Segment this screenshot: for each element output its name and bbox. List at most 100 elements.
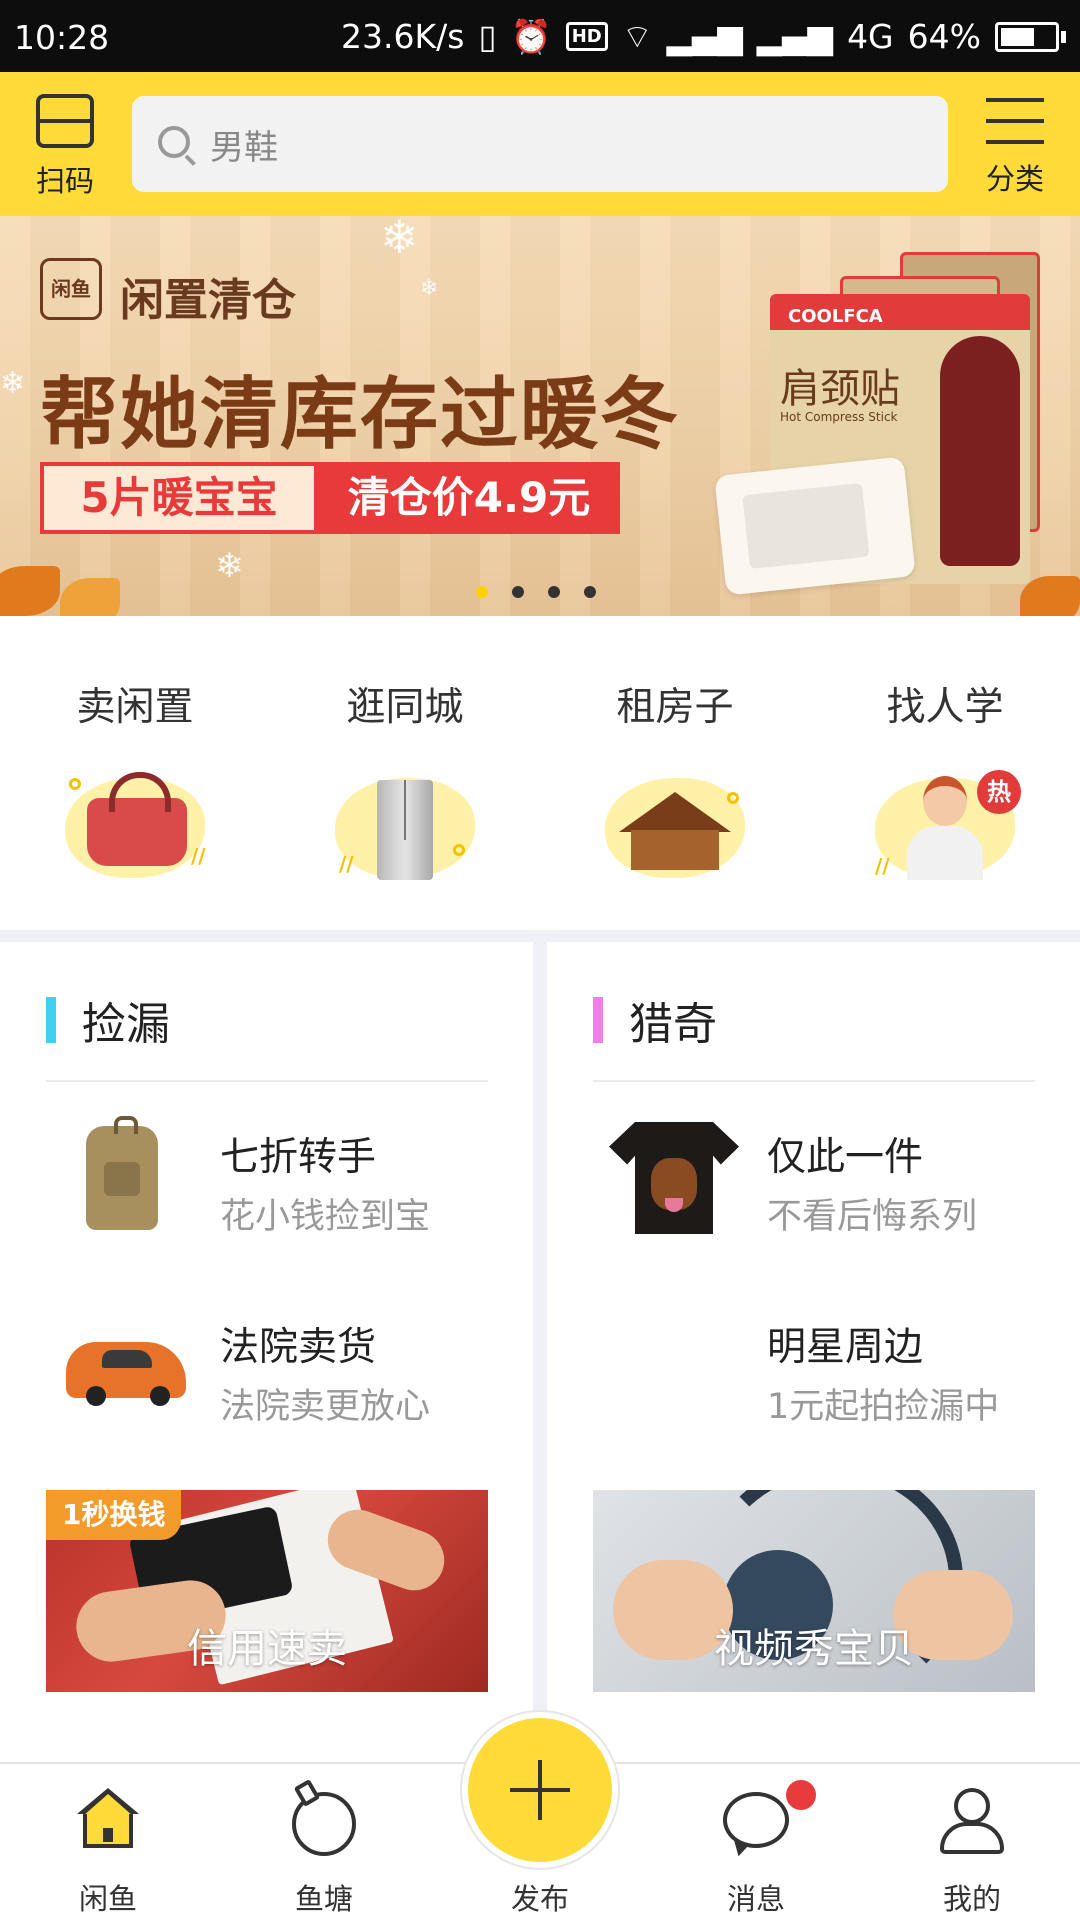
banner-logo: 闲鱼 xyxy=(40,258,102,320)
fridge-icon: // xyxy=(335,772,475,882)
section-header[interactable]: 猎奇 xyxy=(593,988,717,1052)
section-separator xyxy=(46,1080,488,1082)
banner-tag-price: 清仓价4.9元 xyxy=(318,462,620,534)
tab-home[interactable]: 闲鱼 xyxy=(0,1764,216,1920)
section-accent-bar xyxy=(46,997,56,1043)
handbag-icon: // xyxy=(65,772,206,882)
column-divider xyxy=(533,942,547,1762)
category-label: 分类 xyxy=(985,162,1044,196)
unread-dot xyxy=(786,1780,816,1810)
promo-banner[interactable]: ❄ ❄ ❄ ❄ 闲鱼 闲置清仓 帮她清库存过暖冬 5片暖宝宝 清仓价4.9元 C… xyxy=(0,216,1080,616)
signal-icon-2: ▂▄▆ xyxy=(756,17,834,56)
scan-label: 扫码 xyxy=(35,164,94,198)
tshirt-icon xyxy=(609,1118,739,1238)
pond-icon xyxy=(292,1788,356,1856)
network-type: 4G xyxy=(847,17,894,56)
banner-headline: 帮她清库存过暖冬 xyxy=(40,370,681,460)
product-brand: COOLFCA xyxy=(788,306,883,327)
hd-icon: HD xyxy=(565,22,608,51)
category-learn[interactable]: 找人学 热 // xyxy=(835,676,1055,882)
heat-patch-image xyxy=(714,456,916,596)
leaf-icon xyxy=(1020,576,1080,616)
leaf-icon xyxy=(60,578,120,616)
promo-caption: 信用速卖 xyxy=(187,1626,347,1672)
menu-icon xyxy=(986,96,1044,146)
item-title: 仅此一件 xyxy=(767,1135,924,1180)
person-icon: 热 // xyxy=(875,770,1021,882)
house-icon xyxy=(605,772,745,882)
category-label: 找人学 xyxy=(886,685,1004,730)
tab-label: 鱼塘 xyxy=(294,1882,353,1916)
banner-brand: 闲置清仓 xyxy=(120,275,296,326)
item-subtitle: 1元起拍捡漏中 xyxy=(767,1387,1000,1427)
car-icon xyxy=(62,1308,188,1428)
signal-icon: ▂▄▆ xyxy=(666,17,743,56)
wifi-icon: ⌔ xyxy=(621,17,653,56)
network-speed: 23.6K/s xyxy=(341,17,465,56)
section-header[interactable]: 捡漏 xyxy=(46,988,170,1052)
status-bar: 10:28 23.6K/s ▯ ⏰ HD ⌔ ▂▄▆ ▂▄▆ 4G 64% xyxy=(0,0,1080,72)
category-rent[interactable]: 租房子 xyxy=(565,676,785,882)
search-bar[interactable]: 男鞋 xyxy=(132,96,948,192)
promo-card-video-show[interactable]: 视频秀宝贝 xyxy=(593,1490,1035,1692)
tab-label: 我的 xyxy=(942,1882,1001,1916)
category-local[interactable]: 逛同城 // xyxy=(295,676,515,882)
status-icons: 23.6K/s ▯ ⏰ HD ⌔ ▂▄▆ ▂▄▆ 4G 64% xyxy=(341,16,1066,57)
category-label: 卖闲置 xyxy=(76,685,194,730)
category-button[interactable]: 分类 xyxy=(980,96,1050,198)
message-icon xyxy=(723,1788,789,1848)
profile-icon xyxy=(940,1788,1004,1854)
banner-tag-product: 5片暖宝宝 xyxy=(40,462,318,534)
scan-icon xyxy=(32,94,98,148)
item-title: 七折转手 xyxy=(220,1135,377,1180)
carousel-dot[interactable] xyxy=(548,586,560,598)
tab-pond[interactable]: 鱼塘 xyxy=(216,1764,432,1920)
section-separator xyxy=(593,1080,1035,1082)
list-item[interactable]: 七折转手 花小钱捡到宝 xyxy=(46,1116,488,1248)
item-title: 明星周边 xyxy=(767,1325,924,1370)
battery-icon xyxy=(995,21,1066,52)
promo-card-credit-sell[interactable]: 1秒换钱 信用速卖 xyxy=(46,1490,488,1692)
section-bargain: 捡漏 七折转手 花小钱捡到宝 法院卖货 法院卖更放心 1秒换钱 信用速卖 xyxy=(0,942,533,1762)
tab-label: 消息 xyxy=(726,1882,785,1916)
backpack-icon xyxy=(62,1116,188,1238)
item-title: 法院卖货 xyxy=(220,1325,377,1370)
section-title: 捡漏 xyxy=(82,999,170,1050)
tab-profile[interactable]: 我的 xyxy=(864,1764,1080,1920)
item-thumbnail xyxy=(609,1308,735,1428)
snowflake-icon: ❄ xyxy=(0,366,26,401)
status-time: 10:28 xyxy=(14,18,110,57)
category-sell-idle[interactable]: 卖闲置 // xyxy=(25,676,245,882)
snowflake-icon: ❄ xyxy=(380,216,419,264)
section-accent-bar xyxy=(593,997,603,1043)
item-subtitle: 不看后悔系列 xyxy=(767,1197,978,1237)
section-divider xyxy=(0,930,1080,942)
item-subtitle: 法院卖更放心 xyxy=(220,1387,431,1427)
publish-button[interactable] xyxy=(462,1712,618,1868)
tab-messages[interactable]: 消息 xyxy=(648,1764,864,1920)
tab-label: 发布 xyxy=(510,1882,569,1916)
section-title: 猎奇 xyxy=(629,999,717,1050)
list-item[interactable]: 明星周边 1元起拍捡漏中 xyxy=(593,1308,1035,1438)
hot-badge: 热 xyxy=(977,770,1021,814)
promo-badge: 1秒换钱 xyxy=(46,1490,182,1540)
carousel-dot[interactable] xyxy=(512,586,524,598)
home-icon xyxy=(77,1788,139,1850)
carousel-dot[interactable] xyxy=(476,586,488,598)
list-item[interactable]: 仅此一件 不看后悔系列 xyxy=(593,1118,1035,1248)
snowflake-icon: ❄ xyxy=(420,276,439,301)
tab-label: 闲鱼 xyxy=(78,1882,137,1916)
top-header: 扫码 男鞋 分类 xyxy=(0,72,1080,216)
category-grid: 卖闲置 // 逛同城 // 租房子 找人学 热 // xyxy=(0,616,1080,930)
category-label: 逛同城 xyxy=(346,685,464,730)
product-subtitle: Hot Compress Stick xyxy=(780,410,898,424)
category-label: 租房子 xyxy=(616,685,734,730)
battery-percent: 64% xyxy=(907,17,981,56)
list-item[interactable]: 法院卖货 法院卖更放心 xyxy=(46,1308,488,1438)
item-subtitle: 花小钱捡到宝 xyxy=(220,1197,431,1237)
vibrate-icon: ▯ xyxy=(478,17,497,56)
search-icon xyxy=(156,124,196,166)
scan-button[interactable]: 扫码 xyxy=(30,94,100,200)
carousel-dot[interactable] xyxy=(584,586,596,598)
carousel-indicator[interactable] xyxy=(476,586,596,598)
